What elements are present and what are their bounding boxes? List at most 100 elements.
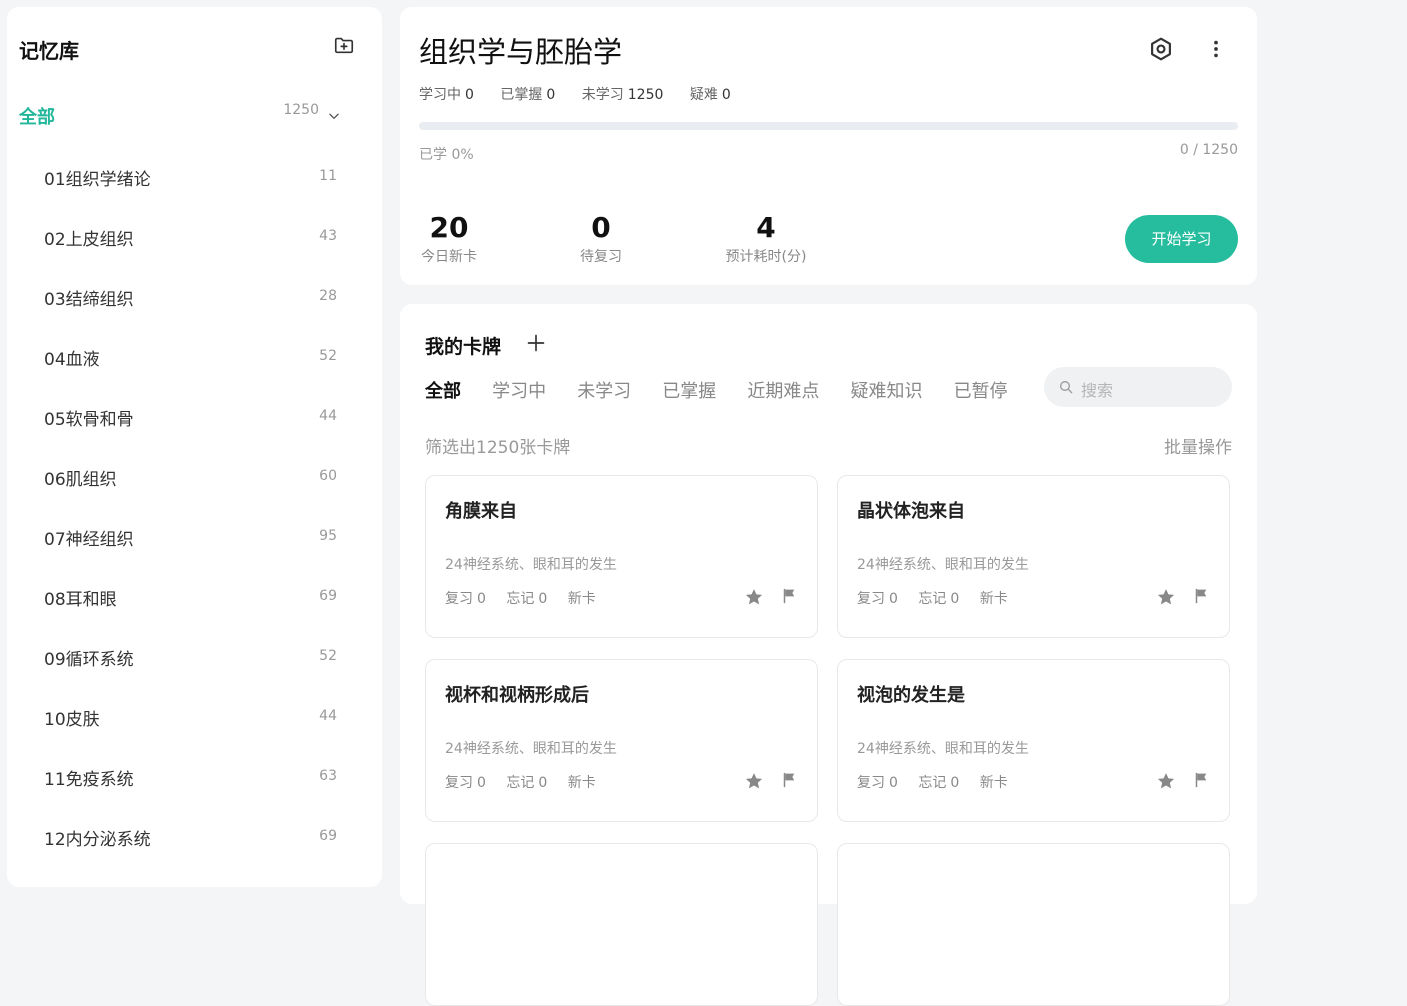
category-count: 60: [319, 468, 337, 484]
card-category: 24神经系统、眼和耳的发生: [445, 741, 617, 757]
flag-icon[interactable]: [1192, 770, 1210, 790]
flag-icon[interactable]: [780, 770, 798, 790]
forget-label: 忘记: [918, 591, 947, 607]
learned-percent: 已学 0%: [419, 147, 474, 163]
category-count: 63: [319, 768, 337, 784]
category-item[interactable]: 07神经组织 95: [7, 513, 382, 573]
stat-mastered-label: 已掌握: [500, 87, 543, 103]
plus-icon[interactable]: [526, 333, 546, 353]
category-count: 52: [319, 648, 337, 664]
progress-bar: [419, 122, 1238, 130]
stat-difficult-label: 疑难: [689, 87, 718, 103]
category-name: 08耳和眼: [44, 590, 117, 610]
stat-learning-label: 学习中: [419, 87, 461, 103]
card-item[interactable]: 视泡的发生是 24神经系统、眼和耳的发生 复习 0 忘记 0 新卡: [837, 659, 1230, 822]
tab-difficult-knowledge[interactable]: 疑难知识: [850, 377, 922, 403]
card-filter-tabs: 全部 学习中 未学习 已掌握 近期难点 疑难知识 已暂停: [425, 377, 1034, 403]
category-name: 04血液: [44, 350, 100, 370]
card-question: 视泡的发生是: [857, 685, 965, 706]
metric-est-time-value: 4: [756, 211, 776, 244]
card-meta: 复习 0 忘记 0 新卡: [857, 772, 1012, 792]
start-learning-button[interactable]: 开始学习: [1125, 215, 1238, 263]
card-status: 新卡: [979, 591, 1008, 607]
category-count: 28: [319, 288, 337, 304]
flag-icon[interactable]: [1192, 586, 1210, 606]
more-vertical-icon[interactable]: [1205, 37, 1227, 61]
star-icon[interactable]: [744, 771, 764, 791]
sidebar-title: 记忆库: [19, 39, 79, 63]
review-label: 复习: [857, 775, 885, 791]
tab-recent-difficult[interactable]: 近期难点: [747, 377, 819, 403]
category-item[interactable]: 03结缔组织 28: [7, 273, 382, 333]
category-item[interactable]: 12内分泌系统 69: [7, 813, 382, 873]
category-name: 02上皮组织: [44, 230, 134, 250]
card-status: 新卡: [567, 591, 596, 607]
search-placeholder: 搜索: [1081, 381, 1114, 400]
search-input[interactable]: 搜索: [1044, 367, 1232, 407]
metric-est-time-label: 预计耗时(分): [725, 249, 807, 265]
flag-icon[interactable]: [780, 586, 798, 606]
filter-count: 筛选出1250张卡牌: [425, 438, 571, 458]
metric-to-review-label: 待复习: [580, 249, 622, 265]
card-category: 24神经系统、眼和耳的发生: [445, 557, 617, 573]
deck-overview: 组织学与胚胎学 学习中 0 已掌握 0 未学习 1250 疑难 0 已学 0% 0 / …: [400, 7, 1257, 285]
deck-title: 组织学与胚胎学: [419, 35, 623, 69]
tab-unlearned[interactable]: 未学习: [577, 377, 631, 403]
card-category: 24神经系统、眼和耳的发生: [857, 557, 1029, 573]
category-count: 69: [319, 828, 337, 844]
star-icon[interactable]: [1156, 587, 1176, 607]
category-item[interactable]: 09循环系统 52: [7, 633, 382, 693]
category-count: 95: [319, 528, 337, 544]
category-list: 01组织学绪论 11 02上皮组织 43 03结缔组织 28 04血液 52 05软骨和…: [7, 153, 382, 873]
deck-stats: 学习中 0 已掌握 0 未学习 1250 疑难 0: [419, 84, 753, 104]
category-item[interactable]: 08耳和眼 69: [7, 573, 382, 633]
tab-all[interactable]: 全部: [425, 377, 461, 403]
metric-est-time: 4 预计耗时(分): [716, 212, 816, 266]
category-name: 11免疫系统: [44, 770, 134, 790]
category-item[interactable]: 11免疫系统 63: [7, 753, 382, 813]
chevron-down-icon[interactable]: [327, 109, 341, 123]
category-count: 69: [319, 588, 337, 604]
card-item[interactable]: [837, 843, 1230, 1006]
tab-paused[interactable]: 已暂停: [954, 377, 1008, 403]
category-item[interactable]: 10皮肤 44: [7, 693, 382, 753]
card-status: 新卡: [979, 775, 1008, 791]
category-count: 44: [319, 708, 337, 724]
card-item[interactable]: [425, 843, 818, 1006]
category-item[interactable]: 04血液 52: [7, 333, 382, 393]
folder-plus-icon[interactable]: [333, 34, 355, 56]
tab-learning[interactable]: 学习中: [492, 377, 546, 403]
category-name: 07神经组织: [44, 530, 134, 550]
category-item[interactable]: 02上皮组织 43: [7, 213, 382, 273]
cards-title: 我的卡牌: [425, 336, 502, 358]
stat-mastered-value: 0: [546, 87, 556, 103]
metric-to-review-value: 0: [591, 211, 611, 244]
stat-unlearned-value: 1250: [627, 87, 664, 103]
review-label: 复习: [445, 775, 473, 791]
category-item[interactable]: 06肌组织 60: [7, 453, 382, 513]
metric-new-today: 20 今日新卡: [419, 212, 479, 266]
gear-icon[interactable]: [1148, 36, 1174, 62]
card-item[interactable]: 视杯和视柄形成后 24神经系统、眼和耳的发生 复习 0 忘记 0 新卡: [425, 659, 818, 822]
forget-label: 忘记: [506, 591, 535, 607]
stat-difficult-value: 0: [721, 87, 731, 103]
card-item[interactable]: 角膜来自 24神经系统、眼和耳的发生 复习 0 忘记 0 新卡: [425, 475, 818, 638]
category-count: 52: [319, 348, 337, 364]
category-all[interactable]: 全部 1250: [19, 102, 359, 129]
category-item[interactable]: 01组织学绪论 11: [7, 153, 382, 213]
card-question: 晶状体泡来自: [857, 501, 965, 522]
tab-mastered[interactable]: 已掌握: [662, 377, 716, 403]
batch-operation-button[interactable]: 批量操作: [1164, 433, 1232, 458]
category-item[interactable]: 05软骨和骨 44: [7, 393, 382, 453]
card-item[interactable]: 晶状体泡来自 24神经系统、眼和耳的发生 复习 0 忘记 0 新卡: [837, 475, 1230, 638]
metric-new-today-label: 今日新卡: [421, 249, 477, 265]
category-name: 06肌组织: [44, 470, 117, 490]
category-name: 09循环系统: [44, 650, 134, 670]
forget-count: 0: [538, 775, 548, 791]
category-name: 10皮肤: [44, 710, 100, 730]
star-icon[interactable]: [744, 587, 764, 607]
star-icon[interactable]: [1156, 771, 1176, 791]
category-name: 05软骨和骨: [44, 410, 134, 430]
forget-count: 0: [950, 775, 960, 791]
forget-label: 忘记: [918, 775, 947, 791]
